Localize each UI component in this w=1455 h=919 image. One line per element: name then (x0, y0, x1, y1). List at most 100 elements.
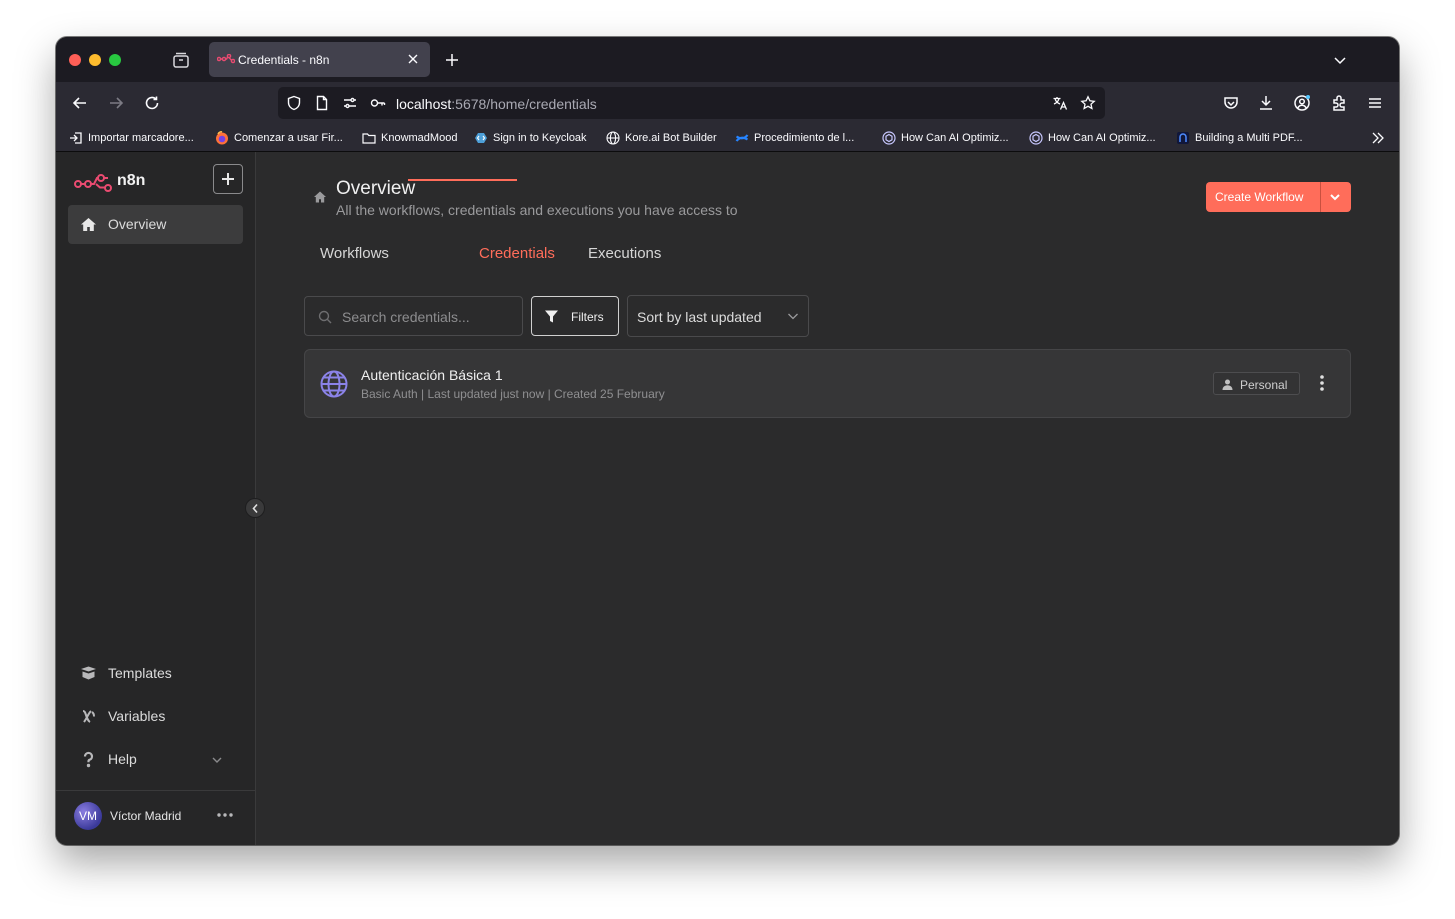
openai-icon (882, 131, 896, 145)
n8n-logo-icon[interactable] (74, 171, 114, 193)
add-button[interactable] (213, 164, 243, 194)
create-workflow-label: Create Workflow (1215, 190, 1304, 204)
pocket-icon[interactable] (1222, 94, 1240, 112)
bookmark-item[interactable]: KnowmadMood (362, 129, 457, 147)
owner-badge: Personal (1213, 372, 1300, 395)
bookmark-label: Importar marcadore... (88, 132, 194, 144)
logo-text: n8n (117, 172, 146, 189)
sidebar-item-label: Variables (108, 708, 166, 724)
page-icon[interactable] (314, 95, 330, 111)
hamburger-menu-icon[interactable] (1366, 94, 1384, 112)
bookmark-item[interactable]: How Can AI Optimiz... (882, 129, 1009, 147)
import-icon (70, 132, 82, 144)
filters-button[interactable]: Filters (531, 296, 619, 336)
shield-icon[interactable] (286, 95, 302, 111)
browser-navbar: localhost:5678/home/credentials (56, 82, 1399, 124)
active-tab-indicator (408, 179, 517, 181)
chevron-down-icon (788, 313, 798, 320)
bookmark-label: How Can AI Optimiz... (901, 132, 1009, 144)
credential-card[interactable]: Autenticación Básica 1 Basic Auth | Last… (304, 349, 1351, 418)
sidebar-item-label: Help (108, 751, 137, 767)
avatar[interactable]: VM (74, 802, 102, 830)
search-icon (318, 310, 332, 324)
sidebar-item-templates[interactable]: Templates (68, 654, 243, 693)
window-close-button[interactable] (69, 54, 81, 66)
url-path: :5678/home/credentials (451, 96, 597, 112)
chevron-down-icon[interactable] (1329, 192, 1341, 202)
credential-meta: Basic Auth | Last updated just now | Cre… (361, 387, 665, 401)
site-icon (1177, 132, 1189, 144)
search-placeholder: Search credentials... (342, 309, 470, 325)
button-divider (1320, 182, 1321, 212)
sort-selected-value: Sort by last updated (637, 309, 762, 325)
n8n-favicon-icon (217, 54, 235, 64)
search-input[interactable]: Search credentials... (304, 296, 523, 336)
bookmarks-bar: Importar marcadore... Comenzar a usar Fi… (56, 124, 1399, 152)
bookmark-label: Kore.ai Bot Builder (625, 132, 717, 144)
bookmark-item[interactable]: Building a Multi PDF... (1176, 129, 1303, 147)
bookmark-item[interactable]: Comenzar a usar Fir... (215, 129, 343, 147)
plus-icon (222, 173, 234, 185)
back-arrow-icon[interactable] (71, 94, 89, 112)
permissions-icon[interactable] (342, 95, 358, 111)
sidebar-item-help[interactable]: Help (68, 740, 243, 779)
owner-badge-label: Personal (1240, 378, 1288, 392)
filters-label: Filters (571, 310, 604, 324)
home-icon (81, 218, 96, 231)
tab-credentials[interactable]: Credentials (479, 242, 555, 272)
sort-select[interactable]: Sort by last updated (627, 295, 809, 337)
forward-arrow-icon[interactable] (107, 94, 125, 112)
confluence-icon (735, 134, 749, 142)
question-icon (83, 751, 94, 768)
extensions-icon[interactable] (1330, 94, 1348, 112)
globe-icon (606, 131, 620, 145)
translate-icon[interactable] (1052, 95, 1068, 111)
box-open-icon (81, 666, 96, 680)
bookmark-item[interactable]: Kore.ai Bot Builder (606, 129, 717, 147)
reload-icon[interactable] (143, 94, 161, 112)
downloads-icon[interactable] (1257, 94, 1275, 112)
more-horizontal-icon[interactable] (216, 810, 234, 820)
url-text[interactable]: localhost:5678/home/credentials (396, 96, 597, 112)
bookmark-item[interactable]: How Can AI Optimiz... (1029, 129, 1156, 147)
n8n-app: n8n Overview Templates Variables Help VM… (56, 152, 1399, 845)
bookmark-label: KnowmadMood (381, 132, 458, 144)
filter-icon (545, 310, 558, 323)
window-minimize-button[interactable] (89, 54, 101, 66)
chevron-double-right-icon[interactable] (1371, 131, 1385, 145)
account-icon[interactable] (1293, 94, 1311, 112)
key-icon[interactable] (370, 95, 386, 111)
page-subtitle: All the workflows, credentials and execu… (336, 202, 738, 218)
tab-title: Credentials - n8n (238, 53, 330, 67)
bookmark-label: Procedimiento de l... (754, 132, 855, 144)
create-workflow-button[interactable]: Create Workflow (1206, 182, 1351, 212)
browser-tabbar: Credentials - n8n (56, 37, 1399, 82)
sidebar-item-label: Overview (108, 216, 167, 232)
browser-window: Credentials - n8n localhost:5678/home/cr… (56, 37, 1399, 845)
sidebar-item-label: Templates (108, 665, 172, 681)
browser-tab-active[interactable]: Credentials - n8n (209, 42, 430, 77)
tab-executions[interactable]: Executions (588, 242, 661, 272)
page-title: Overview (336, 178, 416, 199)
bookmark-item[interactable]: Importar marcadore... (69, 129, 194, 147)
more-vertical-icon[interactable] (1317, 374, 1327, 392)
sidebar-item-overview[interactable]: Overview (68, 205, 243, 244)
chevron-down-icon (212, 757, 222, 763)
user-icon (1222, 379, 1233, 390)
tab-workflows[interactable]: Workflows (320, 242, 389, 272)
tab-overview-icon[interactable] (172, 51, 190, 69)
sidebar-item-variables[interactable]: Variables (68, 697, 243, 736)
bookmark-star-icon[interactable] (1080, 95, 1096, 111)
credential-name: Autenticación Básica 1 (361, 367, 503, 383)
url-bar[interactable]: localhost:5678/home/credentials (278, 87, 1105, 119)
main-content: Overview All the workflows, credentials … (257, 152, 1399, 845)
new-tab-icon[interactable] (443, 51, 461, 69)
tab-list-chevron-icon[interactable] (1332, 52, 1348, 68)
bookmark-item[interactable]: Sign in to Keycloak (474, 129, 587, 147)
bookmark-label: Sign in to Keycloak (493, 132, 587, 144)
bookmark-item[interactable]: Procedimiento de l... (735, 129, 854, 147)
window-zoom-button[interactable] (109, 54, 121, 66)
keycloak-icon (475, 133, 487, 143)
firefox-icon (216, 131, 228, 145)
tab-close-icon[interactable] (405, 51, 421, 67)
